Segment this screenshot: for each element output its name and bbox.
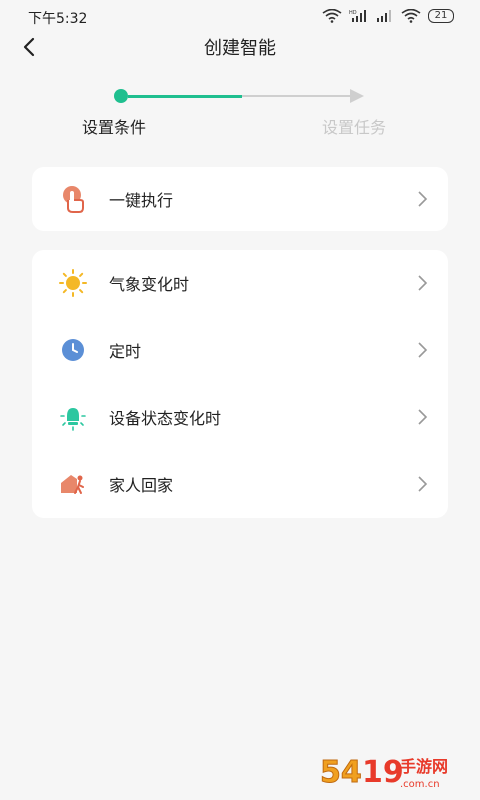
svg-text:19: 19	[362, 755, 404, 790]
step-arrow-icon	[350, 89, 364, 103]
chevron-right-icon	[416, 407, 428, 427]
list-item-label: 气象变化时	[109, 275, 190, 294]
list-item-weather[interactable]: 气象变化时	[32, 250, 448, 316]
chevron-right-icon	[416, 340, 428, 360]
list-item-label: 家人回家	[109, 476, 174, 495]
list-item-timer[interactable]: 定时	[32, 317, 448, 383]
status-icons: HD 21	[322, 8, 454, 24]
list-item-one-tap[interactable]: 一键执行	[32, 167, 448, 231]
step-remaining-line	[242, 95, 352, 97]
svg-text:54: 54	[320, 755, 362, 790]
wifi-icon	[322, 9, 342, 23]
step-indicator-dot	[114, 89, 128, 103]
home-person-icon	[58, 469, 88, 499]
watermark-logo: 54 19 手游网 .com.cn	[320, 755, 448, 791]
battery-icon: 21	[428, 9, 454, 23]
clock-icon	[58, 335, 88, 365]
page-title: 创建智能	[204, 38, 276, 59]
list-item-label: 一键执行	[109, 191, 174, 210]
step-label-conditions: 设置条件	[82, 118, 147, 137]
list-item-label: 定时	[109, 342, 142, 361]
svg-text:手游网: 手游网	[400, 757, 448, 776]
svg-text:HD: HD	[349, 10, 357, 16]
status-bar: 下午5:32 HD 21	[0, 0, 480, 32]
sun-icon	[58, 268, 88, 298]
list-item-family-home[interactable]: 家人回家	[32, 451, 448, 517]
step-label-tasks: 设置任务	[322, 118, 387, 137]
wifi-icon-2	[401, 9, 421, 23]
quick-actions-card: 一键执行	[32, 167, 448, 231]
stepper: 设置条件 设置任务	[0, 80, 480, 140]
chevron-right-icon	[416, 189, 428, 209]
conditions-card: 气象变化时 定时 设备状态变化时 家人回家	[32, 250, 448, 518]
device-bulb-icon	[58, 402, 88, 432]
signal-icon	[377, 10, 391, 22]
list-item-device-state[interactable]: 设备状态变化时	[32, 384, 448, 450]
step-progress-line	[128, 95, 242, 98]
nav-bar: 创建智能	[0, 32, 480, 62]
list-item-label: 设备状态变化时	[109, 409, 222, 428]
signal-hd-icon: HD	[349, 10, 366, 22]
status-time: 下午5:32	[28, 11, 88, 27]
tap-hand-icon	[58, 184, 88, 214]
chevron-right-icon	[416, 474, 428, 494]
svg-text:.com.cn: .com.cn	[400, 779, 440, 790]
chevron-right-icon	[416, 273, 428, 293]
